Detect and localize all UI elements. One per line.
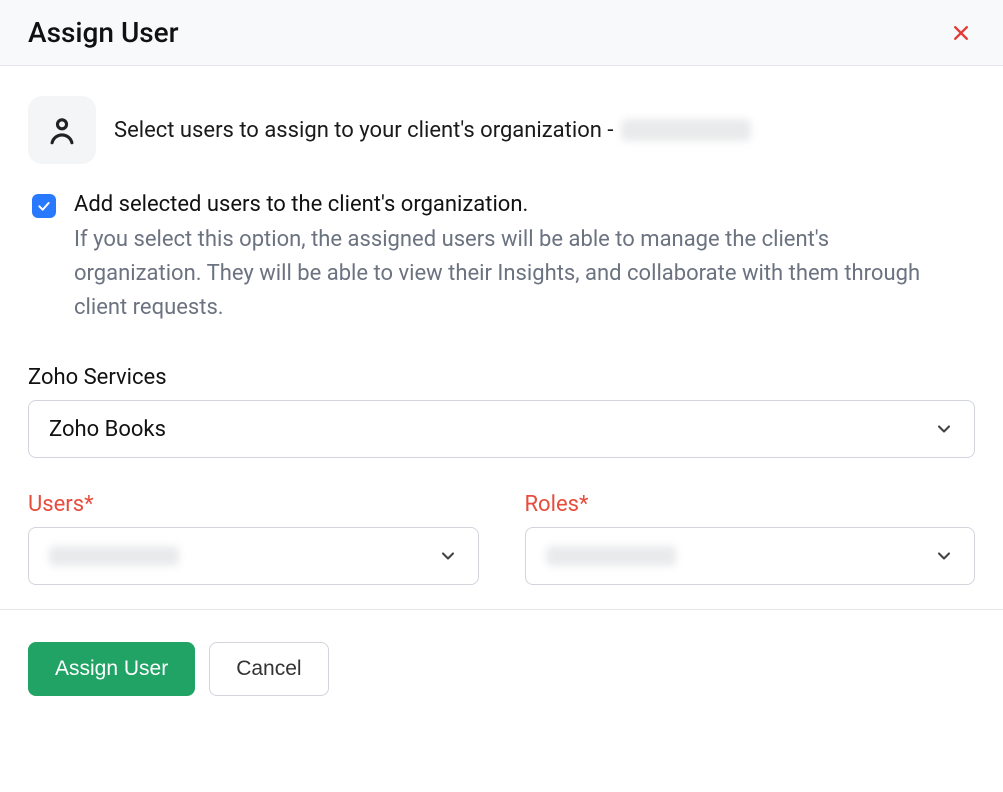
- roles-select[interactable]: [525, 527, 976, 585]
- assign-user-button[interactable]: Assign User: [28, 642, 195, 696]
- checkbox-text: Add selected users to the client's organ…: [74, 192, 975, 325]
- users-label: Users*: [28, 492, 479, 517]
- zoho-services-field: Zoho Services Zoho Books: [28, 365, 975, 458]
- intro-text-label: Select users to assign to your client's …: [114, 118, 613, 143]
- zoho-services-select[interactable]: Zoho Books: [28, 400, 975, 458]
- checkbox-label: Add selected users to the client's organ…: [74, 192, 975, 217]
- chevron-down-icon: [934, 546, 954, 566]
- chevron-down-icon: [438, 546, 458, 566]
- cancel-button[interactable]: Cancel: [209, 642, 328, 696]
- person-icon: [28, 96, 96, 164]
- users-select[interactable]: [28, 527, 479, 585]
- client-org-name-redacted: [621, 119, 751, 141]
- modal-body: Select users to assign to your client's …: [0, 66, 1003, 609]
- zoho-services-selected: Zoho Books: [49, 417, 166, 442]
- chevron-down-icon: [934, 419, 954, 439]
- roles-field: Roles*: [525, 492, 976, 585]
- users-field: Users*: [28, 492, 479, 585]
- roles-selected-redacted: [546, 546, 676, 566]
- assign-user-modal: Assign User Select users to assign to yo…: [0, 0, 1003, 728]
- intro-text: Select users to assign to your client's …: [114, 118, 751, 143]
- modal-title: Assign User: [28, 16, 179, 49]
- roles-label: Roles*: [525, 492, 976, 517]
- users-selected-redacted: [49, 546, 179, 566]
- close-icon[interactable]: [947, 19, 975, 47]
- modal-footer: Assign User Cancel: [0, 609, 1003, 728]
- intro-row: Select users to assign to your client's …: [28, 96, 975, 164]
- checkbox-help-text: If you select this option, the assigned …: [74, 223, 944, 325]
- modal-header: Assign User: [0, 0, 1003, 66]
- users-roles-row: Users* Roles*: [28, 492, 975, 585]
- zoho-services-label: Zoho Services: [28, 365, 975, 390]
- add-users-checkbox-row: Add selected users to the client's organ…: [28, 192, 975, 325]
- add-users-checkbox[interactable]: [32, 194, 56, 218]
